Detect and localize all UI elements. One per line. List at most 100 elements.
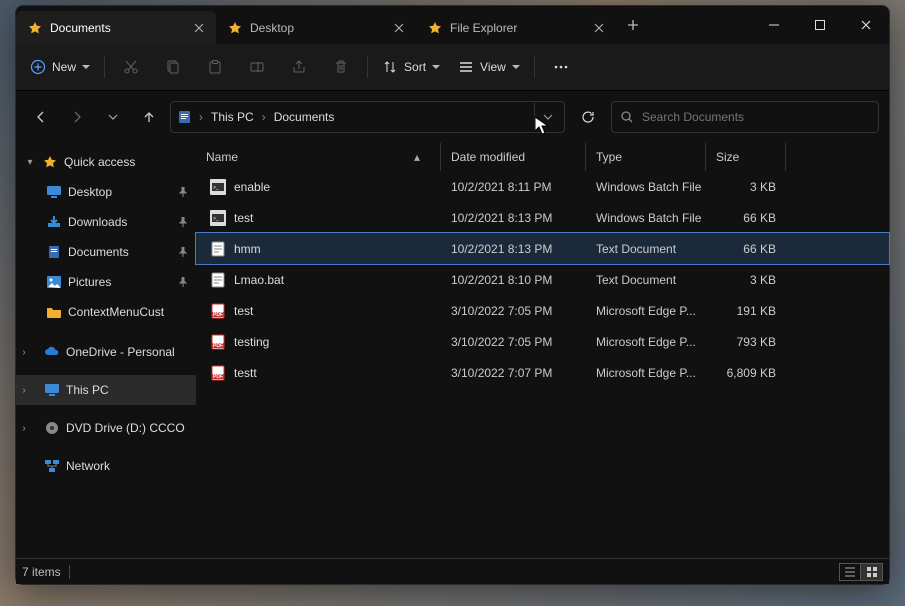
file-size: 3 KB bbox=[706, 273, 786, 287]
col-name[interactable]: Name▴ bbox=[196, 143, 441, 171]
refresh-icon bbox=[580, 109, 596, 125]
new-tab-button[interactable] bbox=[616, 19, 650, 31]
nav-item-documents[interactable]: Documents bbox=[16, 237, 196, 267]
svg-text:PDF: PDF bbox=[213, 374, 223, 380]
monitor-icon bbox=[44, 382, 60, 398]
tab-file-explorer[interactable]: File Explorer bbox=[416, 11, 616, 44]
file-date: 10/2/2021 8:13 PM bbox=[441, 211, 586, 225]
cut-button[interactable] bbox=[111, 49, 151, 85]
file-row[interactable]: >_enable 10/2/2021 8:11 PM Windows Batch… bbox=[196, 171, 889, 202]
pin-icon bbox=[178, 247, 188, 257]
nav-quick-access[interactable]: ▾ Quick access bbox=[16, 147, 196, 177]
nav-item-desktop[interactable]: Desktop bbox=[16, 177, 196, 207]
col-size[interactable]: Size bbox=[706, 143, 786, 171]
folder-icon bbox=[46, 304, 62, 320]
close-icon[interactable] bbox=[392, 21, 406, 35]
close-button[interactable] bbox=[843, 9, 889, 41]
svg-text:PDF: PDF bbox=[213, 343, 223, 349]
view-button[interactable]: View bbox=[450, 49, 528, 85]
nav-pane: ▾ Quick access Desktop Downloads Documen… bbox=[16, 143, 196, 558]
paste-button[interactable] bbox=[195, 49, 235, 85]
crumb-this-pc[interactable]: This PC bbox=[209, 110, 256, 124]
pdf-icon: PDF bbox=[210, 303, 226, 319]
file-row[interactable]: PDFtest 3/10/2022 7:05 PM Microsoft Edge… bbox=[196, 295, 889, 326]
file-row[interactable]: hmm 10/2/2021 8:13 PM Text Document 66 K… bbox=[196, 233, 889, 264]
pdf-icon: PDF bbox=[210, 365, 226, 381]
path-dropdown[interactable] bbox=[534, 103, 560, 131]
tab-documents[interactable]: Documents bbox=[16, 11, 216, 44]
file-type: Text Document bbox=[586, 273, 706, 287]
new-button[interactable]: New bbox=[22, 49, 98, 85]
svg-text:>_: >_ bbox=[213, 216, 219, 222]
nav-label: Pictures bbox=[68, 275, 111, 289]
close-icon[interactable] bbox=[192, 21, 206, 35]
cloud-icon bbox=[44, 344, 60, 360]
copy-button[interactable] bbox=[153, 49, 193, 85]
sort-button[interactable]: Sort bbox=[374, 49, 448, 85]
tab-label: File Explorer bbox=[450, 21, 517, 35]
more-button[interactable] bbox=[541, 49, 581, 85]
file-size: 66 KB bbox=[706, 211, 786, 225]
file-name: test bbox=[234, 211, 253, 225]
explorer-window: Documents Desktop File Explorer New So bbox=[15, 5, 890, 585]
pdf-icon: PDF bbox=[210, 334, 226, 350]
chevron-right-icon: › bbox=[18, 423, 30, 434]
nav-label: Downloads bbox=[68, 215, 127, 229]
forward-button[interactable] bbox=[62, 102, 92, 132]
file-type: Microsoft Edge P... bbox=[586, 335, 706, 349]
star-icon bbox=[42, 154, 58, 170]
star-icon bbox=[28, 21, 42, 35]
refresh-button[interactable] bbox=[571, 101, 605, 133]
pictures-icon bbox=[46, 274, 62, 290]
nav-this-pc[interactable]: › This PC bbox=[16, 375, 196, 405]
nav-network[interactable]: › Network bbox=[16, 451, 196, 481]
chevron-right-icon: › bbox=[18, 347, 30, 358]
nav-item-pictures[interactable]: Pictures bbox=[16, 267, 196, 297]
sort-asc-icon: ▴ bbox=[414, 150, 420, 164]
rename-button[interactable] bbox=[237, 49, 277, 85]
file-date: 3/10/2022 7:07 PM bbox=[441, 366, 586, 380]
address-row: › This PC › Documents bbox=[16, 91, 889, 143]
nav-onedrive[interactable]: › OneDrive - Personal bbox=[16, 337, 196, 367]
col-date[interactable]: Date modified bbox=[441, 143, 586, 171]
chevron-right-icon: › bbox=[18, 385, 30, 396]
view-thumbnails-button[interactable] bbox=[861, 563, 883, 581]
file-date: 10/2/2021 8:10 PM bbox=[441, 273, 586, 287]
file-name: testing bbox=[234, 335, 269, 349]
tab-label: Documents bbox=[50, 21, 111, 35]
col-type[interactable]: Type bbox=[586, 143, 706, 171]
pin-icon bbox=[178, 187, 188, 197]
file-row[interactable]: >_test 10/2/2021 8:13 PM Windows Batch F… bbox=[196, 202, 889, 233]
new-label: New bbox=[52, 60, 76, 74]
file-name: enable bbox=[234, 180, 270, 194]
back-button[interactable] bbox=[26, 102, 56, 132]
nav-item-downloads[interactable]: Downloads bbox=[16, 207, 196, 237]
share-button[interactable] bbox=[279, 49, 319, 85]
crumb-documents[interactable]: Documents bbox=[272, 110, 337, 124]
close-icon[interactable] bbox=[592, 21, 606, 35]
status-bar: 7 items bbox=[16, 558, 889, 584]
maximize-button[interactable] bbox=[797, 9, 843, 41]
column-headers: Name▴ Date modified Type Size bbox=[196, 143, 889, 171]
txt-icon bbox=[210, 241, 226, 257]
search-input[interactable] bbox=[642, 110, 870, 124]
tab-desktop[interactable]: Desktop bbox=[216, 11, 416, 44]
titlebar[interactable]: Documents Desktop File Explorer bbox=[16, 6, 889, 44]
nav-item-contextmenucust[interactable]: ContextMenuCust bbox=[16, 297, 196, 327]
txt-icon bbox=[210, 272, 226, 288]
bat-icon: >_ bbox=[210, 179, 226, 195]
file-row[interactable]: Lmao.bat 10/2/2021 8:10 PM Text Document… bbox=[196, 264, 889, 295]
file-size: 6,809 KB bbox=[706, 366, 786, 380]
minimize-button[interactable] bbox=[751, 9, 797, 41]
svg-text:>_: >_ bbox=[213, 185, 219, 191]
file-row[interactable]: PDFtestt 3/10/2022 7:07 PM Microsoft Edg… bbox=[196, 357, 889, 388]
delete-button[interactable] bbox=[321, 49, 361, 85]
breadcrumb-bar[interactable]: › This PC › Documents bbox=[170, 101, 565, 133]
search-box[interactable] bbox=[611, 101, 879, 133]
toolbar: New Sort View bbox=[16, 44, 889, 91]
nav-dvd[interactable]: › DVD Drive (D:) CCCO bbox=[16, 413, 196, 443]
file-row[interactable]: PDFtesting 3/10/2022 7:05 PM Microsoft E… bbox=[196, 326, 889, 357]
view-details-button[interactable] bbox=[839, 563, 861, 581]
up-button[interactable] bbox=[134, 102, 164, 132]
history-dropdown[interactable] bbox=[98, 102, 128, 132]
